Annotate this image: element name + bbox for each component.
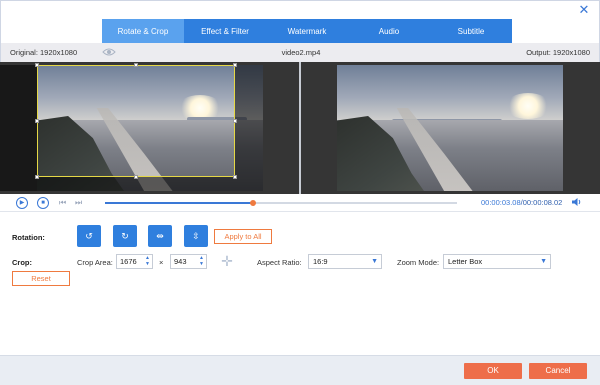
close-icon[interactable]: ✕ [577, 3, 591, 17]
flip-vertical-button[interactable]: ⇳ [184, 225, 208, 247]
edit-controls: Rotation: ↺ ↻ ⇹ ⇳ Apply to All Crop: Cro… [0, 213, 600, 355]
tab-bar: Rotate & Crop Effect & Filter Watermark … [102, 19, 512, 44]
times-sign: × [159, 258, 164, 267]
previous-frame-icon[interactable]: ⏮ [59, 197, 66, 209]
chevron-down-icon: ▼ [371, 258, 378, 265]
flip-vertical-icon: ⇳ [192, 231, 200, 241]
crop-handle[interactable] [233, 175, 237, 179]
info-bar: Original: 1920x1080 video2.mp4 Output: 1… [0, 43, 600, 62]
chevron-down-icon: ▼ [540, 258, 547, 265]
output-preview [337, 65, 563, 191]
stop-icon[interactable]: ■ [37, 197, 49, 209]
preview-area [0, 62, 600, 194]
time-readout: 00:00:03.08/00:00:08.02 [481, 198, 563, 207]
flip-horizontal-icon: ⇹ [156, 231, 164, 241]
rotate-left-icon: ↺ [85, 231, 93, 241]
crop-area-label: Crop Area: [77, 258, 113, 267]
dialog-footer: OK Cancel [0, 355, 600, 385]
current-time: 00:00:03.08 [481, 198, 521, 207]
zoom-mode-select[interactable]: Letter Box ▼ [443, 254, 551, 269]
rotation-label: Rotation: [12, 233, 45, 242]
rotate-right-button[interactable]: ↻ [113, 225, 137, 247]
crop-handle[interactable] [233, 119, 237, 123]
play-icon[interactable]: ▶ [16, 197, 28, 209]
tab-watermark[interactable]: Watermark [266, 19, 348, 44]
crop-handle[interactable] [35, 175, 39, 179]
progress-fill [105, 202, 253, 204]
crop-handle[interactable] [35, 119, 39, 123]
crop-height-input[interactable]: 943 ▲ ▼ [170, 254, 207, 269]
preview-divider [299, 62, 301, 194]
next-frame-icon[interactable]: ⏭ [75, 197, 82, 209]
crop-label: Crop: [12, 258, 32, 267]
output-resolution: Output: 1920x1080 [526, 48, 590, 57]
playback-bar: ▶ ■ ⏮ ⏭ 00:00:03.08/00:00:08.02 [0, 194, 600, 212]
ok-button[interactable]: OK [464, 363, 522, 379]
crop-width-input[interactable]: 1676 ▲ ▼ [116, 254, 153, 269]
progress-track[interactable] [105, 200, 457, 206]
aspect-ratio-select[interactable]: 16:9 ▼ [308, 254, 382, 269]
tab-audio[interactable]: Audio [348, 19, 430, 44]
total-time: 00:00:08.02 [522, 198, 563, 207]
progress-thumb[interactable] [249, 200, 256, 206]
reset-button[interactable]: Reset [12, 271, 70, 286]
crop-handle[interactable] [233, 63, 237, 67]
tab-rotate-crop[interactable]: Rotate & Crop [102, 19, 184, 44]
center-crop-icon[interactable]: ✛ [217, 253, 237, 270]
rotate-right-icon: ↻ [121, 231, 129, 241]
tab-subtitle[interactable]: Subtitle [430, 19, 512, 44]
crop-handle[interactable] [134, 175, 138, 179]
apply-to-all-button[interactable]: Apply to All [214, 229, 272, 244]
crop-handle[interactable] [35, 63, 39, 67]
aspect-ratio-label: Aspect Ratio: [257, 258, 302, 267]
title-bar: ✕ Rotate & Crop Effect & Filter Watermar… [0, 0, 600, 44]
spinner-icon[interactable]: ▲ ▼ [198, 255, 205, 268]
crop-rectangle[interactable] [35, 63, 237, 179]
cancel-button[interactable]: Cancel [529, 363, 587, 379]
rotate-left-button[interactable]: ↺ [77, 225, 101, 247]
zoom-mode-label: Zoom Mode: [397, 258, 440, 267]
flip-horizontal-button[interactable]: ⇹ [148, 225, 172, 247]
crop-handle[interactable] [134, 63, 138, 67]
file-name: video2.mp4 [281, 48, 321, 57]
tab-effect-filter[interactable]: Effect & Filter [184, 19, 266, 44]
spinner-icon[interactable]: ▲ ▼ [144, 255, 151, 268]
volume-icon[interactable] [571, 197, 582, 209]
